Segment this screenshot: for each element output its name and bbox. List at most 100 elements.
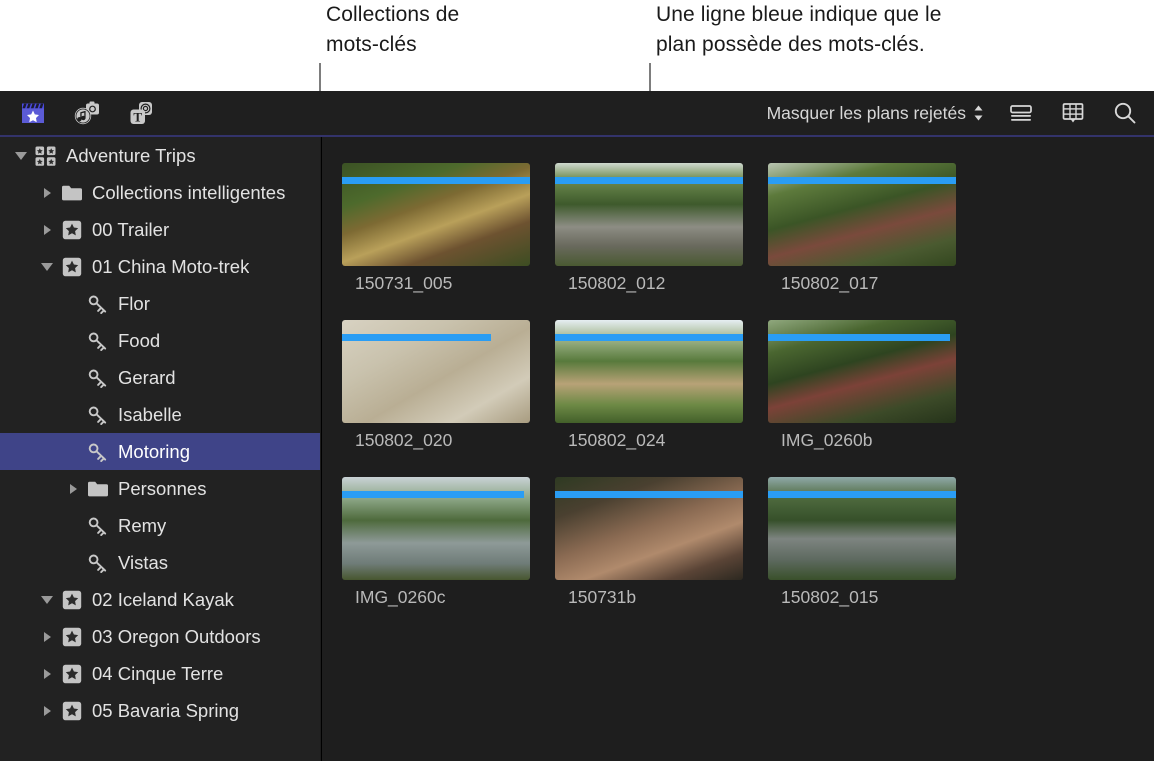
filter-popup-label: Masquer les plans rejetés — [766, 102, 966, 123]
disclosure-triangle-open-icon[interactable] — [38, 258, 56, 276]
keyword-indicator-bar — [555, 491, 743, 498]
sidebar-item-adventure-trips[interactable]: Adventure Trips — [0, 137, 320, 174]
list-view-icon[interactable] — [1006, 98, 1036, 128]
sidebar-item-label: 04 Cinque Terre — [92, 662, 224, 684]
clip-browser[interactable]: 150731_005 150802_012 150802_017 150802_020… — [321, 137, 1154, 761]
clip-thumbnail[interactable] — [555, 477, 743, 580]
clip-name-label: 150731_005 — [355, 273, 453, 293]
libraries-sidebar[interactable]: Adventure Trips Collections intelligentes… — [0, 137, 320, 761]
clip-thumbnail[interactable] — [555, 163, 743, 266]
sidebar-item-label: 00 Trailer — [92, 218, 170, 240]
event-icon — [60, 627, 84, 647]
sidebar-item-label: Isabelle — [118, 403, 182, 425]
clip-name-label: 150731b — [568, 587, 637, 607]
disclosure-triangle-closed-icon[interactable] — [38, 628, 56, 646]
clip-thumbnail[interactable] — [342, 320, 530, 423]
sidebar-item-label: 05 Bavaria Spring — [92, 699, 240, 721]
sidebar-item-label: Flor — [118, 292, 150, 314]
clip-item[interactable]: 150802_015 — [768, 477, 981, 608]
filmstrip-view-icon[interactable] — [1058, 98, 1088, 128]
keyword-indicator-bar — [768, 334, 951, 341]
sidebar-item-label: Collections intelligentes — [92, 181, 286, 203]
sidebar-item-01-china-moto-trek[interactable]: 01 China Moto-trek — [0, 248, 320, 285]
clip-thumbnail[interactable] — [768, 320, 956, 423]
sidebar-item-motoring[interactable]: Motoring — [0, 433, 320, 470]
disclosure-triangle-open-icon[interactable] — [12, 147, 30, 165]
library-tree: Adventure Trips Collections intelligentes… — [0, 137, 320, 729]
clip-item[interactable]: 150802_012 — [555, 163, 768, 294]
keyword-icon — [86, 405, 110, 425]
toolbar-right-group: Masquer les plans rejetés — [767, 91, 1140, 135]
keyword-indicator-bar — [342, 334, 491, 341]
sidebar-item-personnes[interactable]: Personnes — [0, 470, 320, 507]
disclosure-triangle-closed-icon[interactable] — [38, 184, 56, 202]
clip-item[interactable]: 150802_024 — [555, 320, 768, 451]
event-icon — [60, 701, 84, 721]
clip-grid: 150731_005 150802_012 150802_017 150802_020… — [342, 163, 1142, 634]
sidebar-item-label: 03 Oregon Outdoors — [92, 625, 261, 647]
sidebar-item-label: Food — [118, 329, 161, 351]
sidebar-item-03-oregon-outdoors[interactable]: 03 Oregon Outdoors — [0, 618, 320, 655]
keyword-indicator-bar — [555, 334, 743, 341]
clip-thumbnail[interactable] — [768, 477, 956, 580]
keyword-indicator-bar — [768, 491, 956, 498]
clip-item[interactable]: 150731_005 — [342, 163, 555, 294]
libraries-icon[interactable] — [18, 98, 48, 128]
sidebar-item-remy[interactable]: Remy — [0, 507, 320, 544]
browser-toolbar: T Masquer les plans rejetés — [0, 91, 1154, 137]
clip-thumbnail[interactable] — [555, 320, 743, 423]
clip-thumbnail[interactable] — [342, 163, 530, 266]
disclosure-triangle-closed-icon[interactable] — [38, 702, 56, 720]
sidebar-item-vistas[interactable]: Vistas — [0, 544, 320, 581]
event-icon — [60, 664, 84, 684]
event-icon — [60, 257, 84, 277]
sidebar-item-label: Adventure Trips — [66, 144, 196, 166]
sidebar-item-label: Personnes — [118, 477, 207, 499]
event-icon — [60, 220, 84, 240]
filter-popup-button[interactable]: Masquer les plans rejetés — [767, 103, 984, 124]
sidebar-item-gerard[interactable]: Gerard — [0, 359, 320, 396]
sidebar-item-label: 02 Iceland Kayak — [92, 588, 234, 610]
clip-item[interactable]: 150802_020 — [342, 320, 555, 451]
keyword-indicator-bar — [342, 491, 525, 498]
sidebar-item-label: Gerard — [118, 366, 176, 388]
event-icon — [60, 590, 84, 610]
callout-blue-line: Une ligne bleue indique que le plan poss… — [656, 3, 942, 56]
sidebar-item-label: 01 China Moto-trek — [92, 255, 250, 277]
sidebar-item-02-iceland-kayak[interactable]: 02 Iceland Kayak — [0, 581, 320, 618]
clip-item[interactable]: 150731b — [555, 477, 768, 608]
disclosure-triangle-closed-icon[interactable] — [64, 480, 82, 498]
disclosure-triangle-closed-icon[interactable] — [38, 665, 56, 683]
clip-name-label: 150802_015 — [781, 587, 879, 607]
keyword-indicator-bar — [768, 177, 956, 184]
keyword-icon — [86, 442, 110, 462]
clip-item[interactable]: 150802_017 — [768, 163, 981, 294]
disclosure-triangle-open-icon[interactable] — [38, 591, 56, 609]
clip-thumbnail[interactable] — [768, 163, 956, 266]
clip-name-label: 150802_024 — [568, 430, 666, 450]
search-icon[interactable] — [1110, 98, 1140, 128]
sidebar-item-isabelle[interactable]: Isabelle — [0, 396, 320, 433]
folder-icon — [86, 480, 110, 498]
keyword-icon — [86, 553, 110, 573]
clip-name-label: 150802_017 — [781, 273, 879, 293]
sidebar-item-04-cinque-terre[interactable]: 04 Cinque Terre — [0, 655, 320, 692]
sidebar-item-00-trailer[interactable]: 00 Trailer — [0, 211, 320, 248]
sidebar-item-label: Motoring — [118, 440, 190, 462]
photos-audio-icon[interactable] — [72, 98, 102, 128]
keyword-icon — [86, 331, 110, 351]
sidebar-item-05-bavaria-spring[interactable]: 05 Bavaria Spring — [0, 692, 320, 729]
clip-thumbnail[interactable] — [342, 477, 530, 580]
titles-generators-icon[interactable]: T — [126, 98, 156, 128]
sidebar-item-flor[interactable]: Flor — [0, 285, 320, 322]
clip-item[interactable]: IMG_0260b — [768, 320, 981, 451]
sidebar-item-collections-intelligentes[interactable]: Collections intelligentes — [0, 174, 320, 211]
sidebar-item-label: Vistas — [118, 551, 169, 573]
clip-name-label: IMG_0260b — [781, 430, 873, 450]
library-icon — [34, 146, 58, 166]
sidebar-item-food[interactable]: Food — [0, 322, 320, 359]
clip-item[interactable]: IMG_0260c — [342, 477, 555, 608]
keyword-indicator-bar — [555, 177, 743, 184]
clip-name-label: IMG_0260c — [355, 587, 446, 607]
disclosure-triangle-closed-icon[interactable] — [38, 221, 56, 239]
